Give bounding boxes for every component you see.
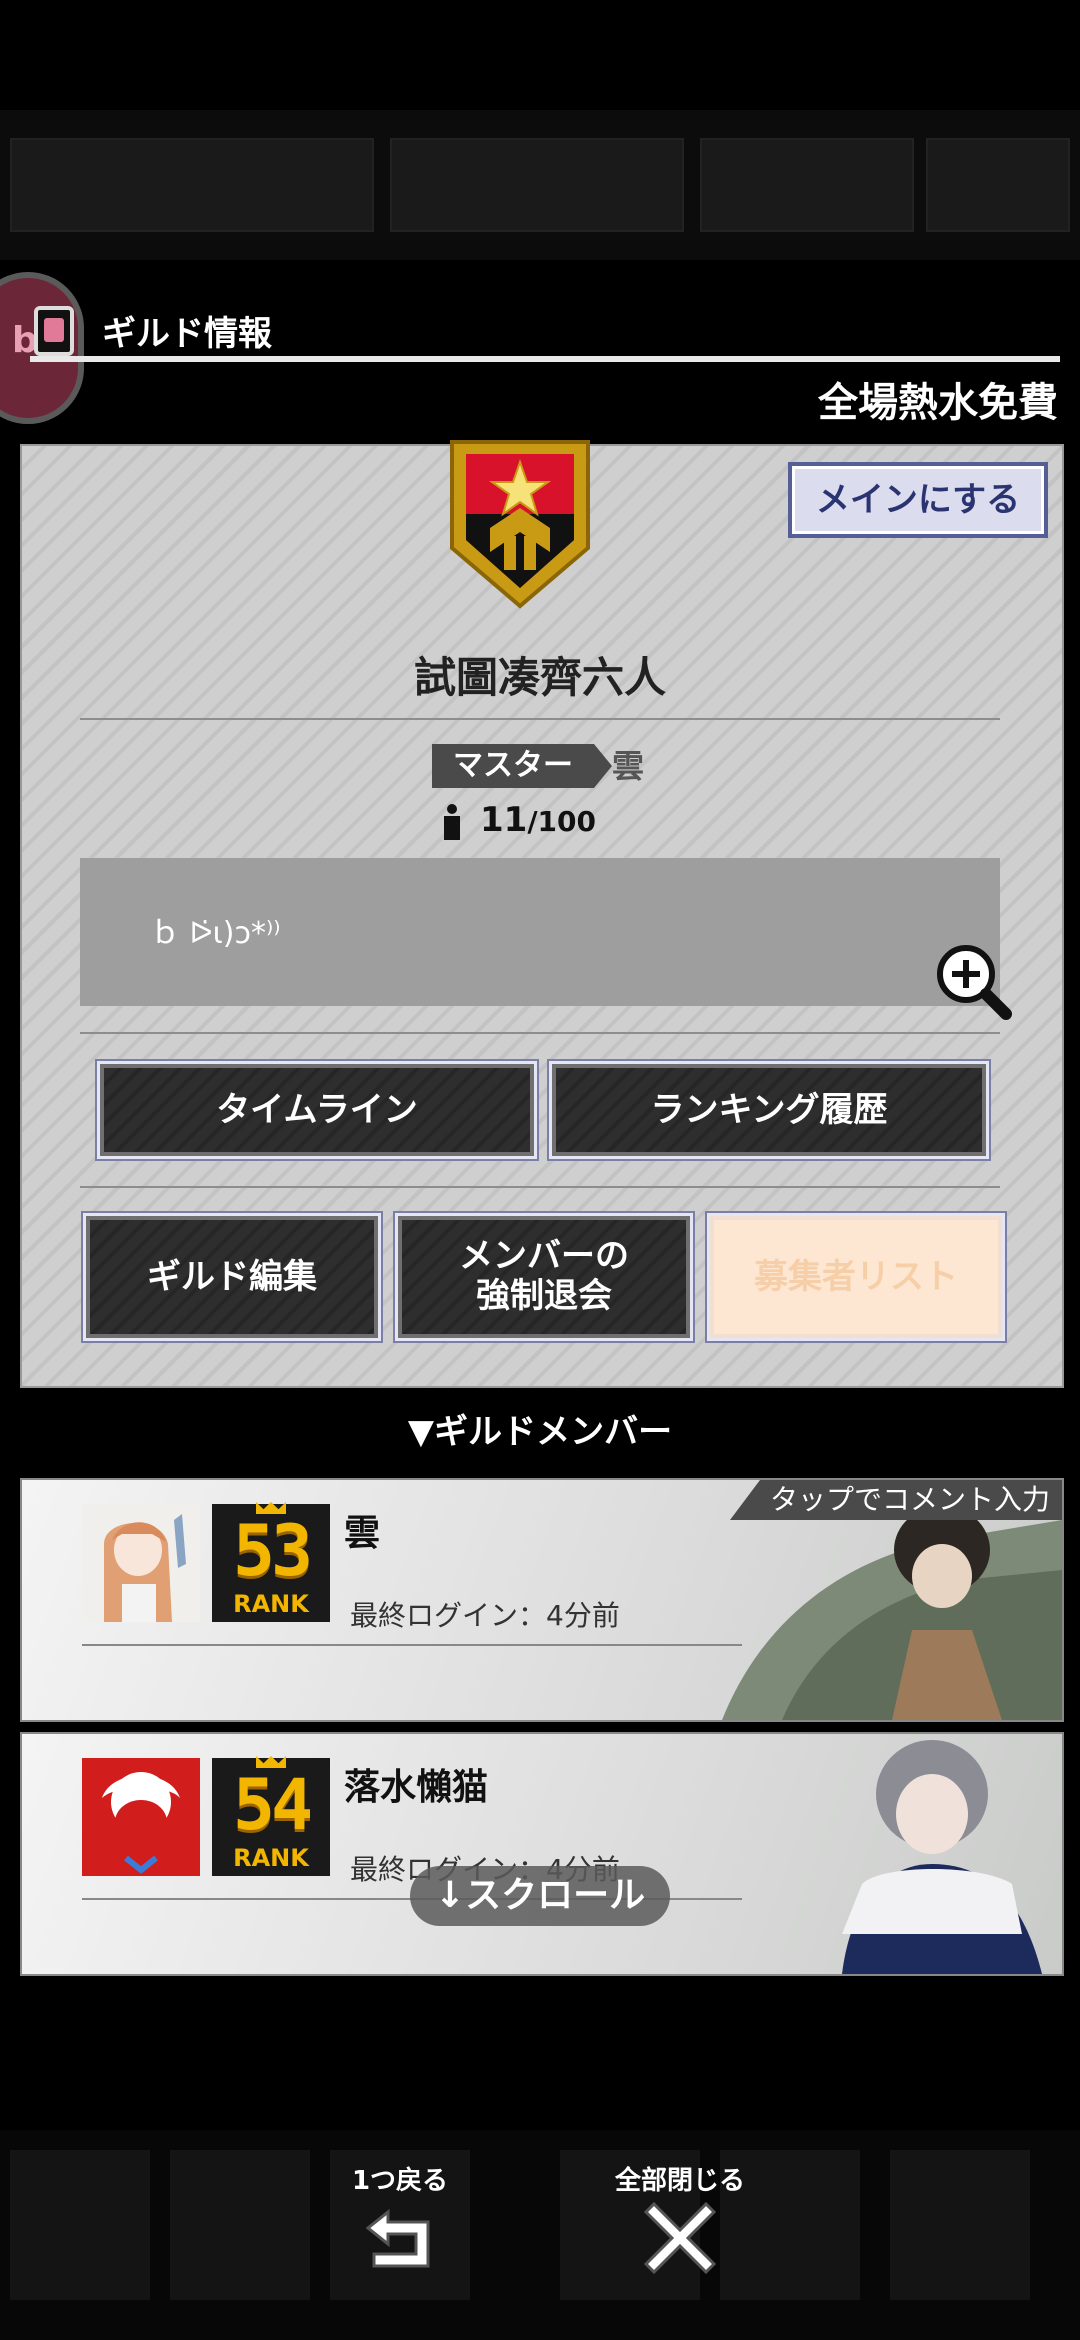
rank-label: RANK [233, 1590, 309, 1618]
close-all-icon[interactable] [640, 2198, 720, 2278]
force-leave-label-line2: 強制退会 [476, 1276, 612, 1316]
card-underline [82, 1644, 742, 1646]
back-arrow-icon[interactable] [360, 2198, 440, 2278]
member-count: 11/100 [444, 800, 596, 850]
guild-comment-box: ｂ ᐅ̇ɩ)ɔ*⁾⁾ [80, 858, 1000, 1006]
header-divider [30, 356, 1060, 362]
force-leave-button[interactable]: メンバーの 強制退会 [398, 1216, 690, 1338]
member-card[interactable]: タップでコメント入力 53 RANK 雲 最終ログイン：4分前 [20, 1478, 1064, 1722]
bg-hud-cell [390, 138, 684, 232]
rank-badge: 54 RANK [212, 1756, 330, 1876]
recruit-list-button[interactable]: 募集者リスト [710, 1216, 1002, 1338]
ranking-history-button[interactable]: ランキング履歴 [552, 1064, 986, 1156]
background-bottom-nav [0, 2130, 1080, 2340]
rank-number: 54 [232, 1764, 313, 1846]
guild-edit-button[interactable]: ギルド編集 [86, 1216, 378, 1338]
force-leave-label-line1: メンバーの [459, 1236, 629, 1276]
member-count-current: 11 [480, 800, 528, 840]
back-label: 1つ戻る [351, 2166, 449, 2196]
member-name: 落水懶猫 [344, 1767, 489, 1808]
member-card[interactable]: 54 RANK 落水懶猫 最終ログイン：4分前 [20, 1732, 1064, 1976]
member-avatar [82, 1504, 200, 1622]
rank-label: RANK [233, 1844, 309, 1872]
bg-nav-tile [890, 2150, 1030, 2300]
close-all-label: 全部閉じる [614, 2166, 745, 2196]
set-main-button[interactable]: メインにする [788, 462, 1048, 538]
guild-info-icon [34, 306, 74, 356]
master-name: 雲 [612, 747, 645, 785]
member-character-art [842, 1740, 1042, 1974]
tap-to-comment-hint: タップでコメント入力 [729, 1480, 1062, 1520]
timeline-button[interactable]: タイムライン [100, 1064, 534, 1156]
guild-members-heading: ▼ギルドメンバー [407, 1412, 673, 1452]
divider [80, 718, 1000, 720]
bg-nav-tile [10, 2150, 150, 2300]
scroll-hint: ↓スクロール [410, 1866, 670, 1926]
zoom-in-icon[interactable] [932, 940, 1012, 1020]
modal-header: ギルド情報 [30, 300, 1060, 362]
person-icon [444, 803, 460, 840]
divider [80, 1032, 1000, 1034]
rank-badge: 53 RANK [212, 1502, 330, 1622]
background-status-bar [0, 110, 1080, 260]
divider [80, 1186, 1000, 1188]
member-name: 雲 [344, 1513, 381, 1554]
bg-hud-cell [10, 138, 374, 232]
bg-hud-cell [926, 138, 1070, 232]
member-last-login: 最終ログイン：4分前 [350, 1599, 620, 1632]
guild-name: 試圖凑齊六人 [413, 653, 666, 702]
guild-subtitle: 全場熱水免費 [818, 380, 1058, 426]
bg-hud-cell [700, 138, 914, 232]
master-label-tag: マスター [432, 744, 612, 788]
guild-emblem-icon [450, 440, 590, 609]
rank-number: 53 [232, 1510, 313, 1592]
guild-comment-text: ｂ ᐅ̇ɩ)ɔ*⁾⁾ [150, 916, 281, 951]
member-count-max: /100 [527, 805, 597, 838]
modal-title: ギルド情報 [102, 314, 272, 354]
bg-nav-tile [170, 2150, 310, 2300]
member-avatar [82, 1758, 200, 1876]
